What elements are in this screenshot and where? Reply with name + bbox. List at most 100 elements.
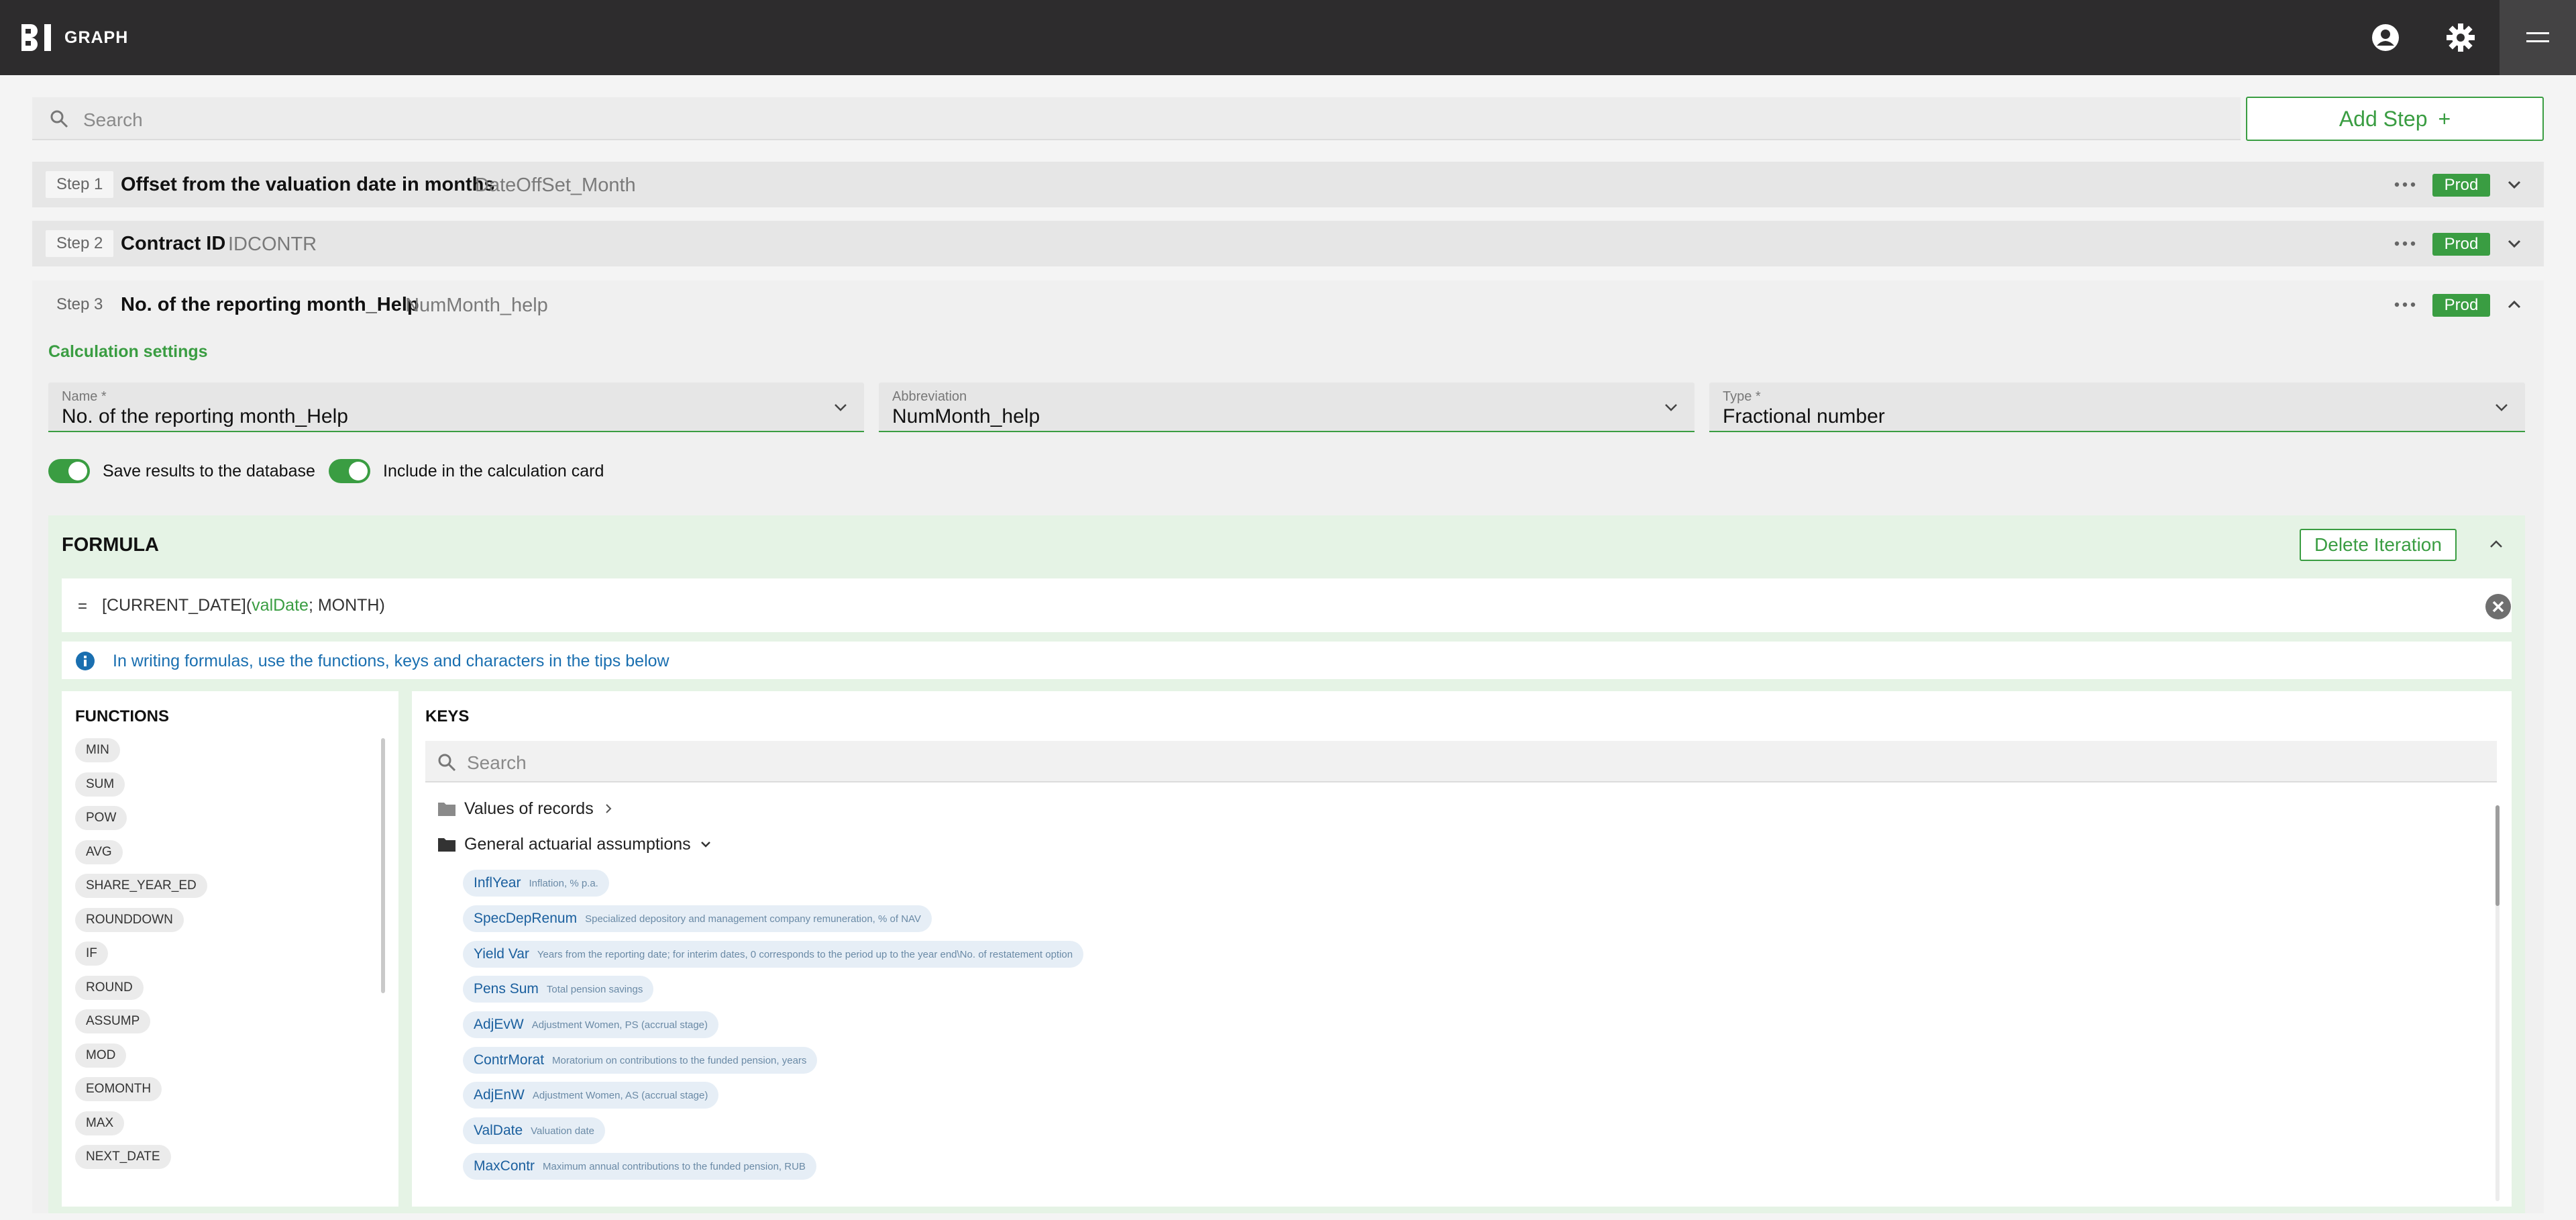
clear-icon[interactable] bbox=[2485, 593, 2512, 620]
more-options-icon[interactable] bbox=[2394, 178, 2416, 191]
function-chip[interactable]: AVG bbox=[75, 840, 123, 864]
chevron-down-icon bbox=[2496, 404, 2508, 411]
key-name: Pens Sum bbox=[474, 981, 539, 997]
top-bar: GRAPH bbox=[0, 0, 2576, 75]
folder-values-of-records[interactable]: Values of records bbox=[437, 798, 615, 819]
key-chip[interactable]: AdjEnW Adjustment Women, AS (accrual sta… bbox=[463, 1082, 719, 1109]
function-chip[interactable]: ROUNDDOWN bbox=[75, 908, 184, 932]
step-title: Offset from the valuation date in months bbox=[121, 174, 495, 195]
account-circle-icon[interactable] bbox=[2371, 23, 2400, 52]
formula-text: [CURRENT_DATE](valDate; MONTH) bbox=[102, 596, 385, 615]
formula-title: FORMULA bbox=[62, 534, 159, 556]
keys-search-input[interactable]: Search bbox=[425, 741, 2497, 782]
function-chip[interactable]: MAX bbox=[75, 1111, 125, 1135]
settings-gear-icon[interactable] bbox=[2446, 23, 2475, 52]
step-row-3[interactable]: Step 3 No. of the reporting month_Help N… bbox=[32, 281, 2544, 329]
folder-icon bbox=[438, 803, 455, 816]
key-chip[interactable]: ContrMorat Moratorium on contributions t… bbox=[463, 1047, 818, 1074]
more-options-icon[interactable] bbox=[2394, 237, 2416, 250]
key-name: ValDate bbox=[474, 1123, 523, 1138]
key-chip[interactable]: SpecDepRenum Specialized depository and … bbox=[463, 905, 932, 932]
chevron-down-icon[interactable] bbox=[2505, 175, 2524, 194]
save-results-label: Save results to the database bbox=[103, 462, 315, 480]
type-label: Type * bbox=[1723, 389, 1761, 404]
status-badge: Prod bbox=[2432, 233, 2490, 256]
key-chip[interactable]: ValDate Valuation date bbox=[463, 1117, 605, 1144]
key-chip[interactable]: InflYear Inflation, % p.a. bbox=[463, 870, 609, 897]
key-description: Valuation date bbox=[531, 1125, 594, 1137]
type-value: Fractional number bbox=[1723, 405, 1885, 427]
more-options-icon[interactable] bbox=[2394, 298, 2416, 311]
keys-panel: KEYS Search Values of records General ac… bbox=[412, 691, 2512, 1207]
functions-title: FUNCTIONS bbox=[75, 707, 169, 725]
key-name: SpecDepRenum bbox=[474, 911, 578, 926]
delete-iteration-button[interactable]: Delete Iteration bbox=[2300, 529, 2457, 561]
chevron-down-icon bbox=[1665, 404, 1677, 411]
step-badge: Step 2 bbox=[46, 230, 114, 257]
step-abbreviation: IDCONTR bbox=[228, 234, 317, 255]
include-card-label: Include in the calculation card bbox=[383, 462, 604, 480]
folder-icon bbox=[438, 838, 455, 852]
key-description: Specialized depository and management co… bbox=[585, 913, 921, 925]
key-chip[interactable]: Pens Sum Total pension savings bbox=[463, 976, 654, 1003]
name-select[interactable]: Name * No. of the reporting month_Help bbox=[48, 383, 864, 432]
formula-argument: valDate bbox=[252, 596, 309, 615]
function-chip[interactable]: ROUND bbox=[75, 976, 144, 1000]
status-badge: Prod bbox=[2432, 294, 2490, 317]
add-step-button[interactable]: Add Step + bbox=[2246, 97, 2544, 141]
step-row-2[interactable]: Step 2 Contract ID IDCONTR Prod bbox=[32, 221, 2544, 266]
key-description: Years from the reporting date; for inter… bbox=[537, 948, 1073, 960]
chevron-down-icon bbox=[700, 842, 710, 848]
function-chip[interactable]: POW bbox=[75, 806, 127, 830]
type-select[interactable]: Type * Fractional number bbox=[1709, 383, 2525, 432]
function-chip[interactable]: MIN bbox=[75, 738, 120, 762]
info-tip: In writing formulas, use the functions, … bbox=[62, 642, 2512, 679]
key-description: Maximum annual contributions to the fund… bbox=[543, 1160, 806, 1172]
folder-label: General actuarial assumptions bbox=[464, 834, 691, 854]
function-chip[interactable]: ASSUMP bbox=[75, 1009, 151, 1033]
key-description: Total pension savings bbox=[546, 983, 643, 995]
key-name: AdjEvW bbox=[474, 1017, 524, 1032]
function-chip[interactable]: SUM bbox=[75, 772, 125, 797]
chevron-up-icon[interactable] bbox=[2505, 295, 2524, 314]
function-chip[interactable]: IF bbox=[75, 942, 108, 966]
search-placeholder: Search bbox=[83, 109, 143, 130]
step-title: No. of the reporting month_Help bbox=[121, 294, 419, 315]
step-abbreviation: DateOffSet_Month bbox=[475, 174, 636, 196]
logo-text: GRAPH bbox=[64, 28, 129, 47]
abbreviation-value: NumMonth_help bbox=[892, 405, 1040, 427]
function-chip[interactable]: EOMONTH bbox=[75, 1077, 162, 1101]
key-chip[interactable]: MaxContr Maximum annual contributions to… bbox=[463, 1153, 816, 1180]
key-name: MaxContr bbox=[474, 1158, 535, 1174]
abbreviation-label: Abbreviation bbox=[892, 389, 967, 404]
keys-scrollbar[interactable] bbox=[2496, 805, 2500, 906]
menu-button[interactable] bbox=[2500, 0, 2576, 75]
keys-title: KEYS bbox=[425, 707, 470, 725]
name-value: No. of the reporting month_Help bbox=[62, 405, 348, 427]
functions-scrollbar[interactable] bbox=[381, 738, 385, 993]
info-icon bbox=[76, 652, 95, 670]
function-chip[interactable]: SHARE_YEAR_ED bbox=[75, 874, 207, 898]
key-chip[interactable]: AdjEvW Adjustment Women, PS (accrual sta… bbox=[463, 1011, 719, 1038]
folder-general-actuarial-assumptions[interactable]: General actuarial assumptions bbox=[437, 833, 712, 855]
app-logo[interactable]: GRAPH bbox=[20, 23, 128, 52]
search-input[interactable]: Search bbox=[32, 97, 2241, 140]
add-step-label: Add Step bbox=[2339, 106, 2428, 131]
key-name: AdjEnW bbox=[474, 1087, 525, 1103]
include-card-toggle[interactable] bbox=[329, 459, 370, 483]
step-abbreviation: NumMonth_help bbox=[405, 295, 548, 316]
formula-input[interactable]: = [CURRENT_DATE](valDate; MONTH) bbox=[62, 578, 2512, 632]
function-chip[interactable]: NEXT_DATE bbox=[75, 1145, 171, 1169]
abbreviation-select[interactable]: Abbreviation NumMonth_help bbox=[879, 383, 1695, 432]
logo-mark-icon bbox=[21, 24, 51, 51]
save-results-toggle[interactable] bbox=[48, 459, 90, 483]
key-description: Adjustment Women, AS (accrual stage) bbox=[532, 1089, 708, 1101]
step-title: Contract ID bbox=[121, 233, 226, 254]
chevron-down-icon[interactable] bbox=[2505, 234, 2524, 253]
status-badge: Prod bbox=[2432, 174, 2490, 197]
step-row-1[interactable]: Step 1 Offset from the valuation date in… bbox=[32, 162, 2544, 207]
chevron-up-icon[interactable] bbox=[2487, 536, 2505, 553]
key-chip[interactable]: Yield Var Years from the reporting date;… bbox=[463, 941, 1084, 968]
key-name: ContrMorat bbox=[474, 1052, 545, 1068]
function-chip[interactable]: MOD bbox=[75, 1044, 127, 1068]
